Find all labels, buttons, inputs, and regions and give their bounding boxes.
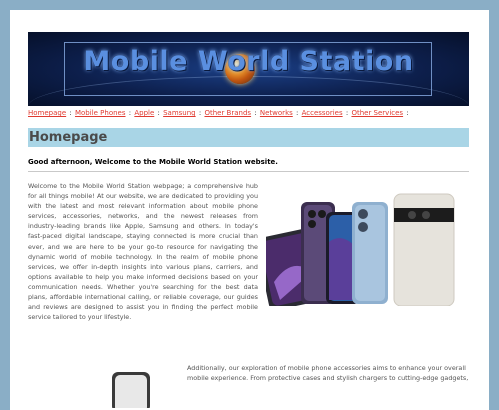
breadcrumb-separator: : <box>128 109 132 117</box>
phones-image <box>266 193 455 306</box>
nav-link-other-services[interactable]: Other Services <box>351 109 403 117</box>
page-title-bar: Homepage <box>28 128 469 147</box>
nav-link-homepage[interactable]: Homepage <box>28 109 66 117</box>
nav-link-networks[interactable]: Networks <box>260 109 293 117</box>
nav-link-apple[interactable]: Apple <box>134 109 154 117</box>
breadcrumb: Homepage : Mobile Phones : Apple : Samsu… <box>28 109 473 117</box>
breadcrumb-separator: : <box>254 109 257 117</box>
breadcrumb-separator: : <box>345 109 349 117</box>
site-logo-text: Mobile World Station <box>83 46 414 77</box>
nav-link-accessories[interactable]: Accessories <box>302 109 343 117</box>
breadcrumb-separator: : <box>198 109 202 117</box>
accessories-paragraph: Additionally, our exploration of mobile … <box>187 364 469 383</box>
breadcrumb-separator: : <box>406 109 409 117</box>
breadcrumb-separator: : <box>296 109 299 117</box>
breadcrumb-separator: : <box>157 109 160 117</box>
site-banner: Mobile World Station <box>28 32 469 106</box>
nav-link-other-brands[interactable]: Other Brands <box>204 109 251 117</box>
accessory-phone-image <box>112 372 150 408</box>
page-container: Mobile World Station Homepage : Mobile P… <box>10 10 489 410</box>
divider <box>28 171 469 172</box>
greeting-text: Good afternoon, Welcome to the Mobile Wo… <box>28 158 278 166</box>
breadcrumb-separator: : <box>69 109 72 117</box>
nav-link-mobile-phones[interactable]: Mobile Phones <box>75 109 126 117</box>
nav-link-samsung[interactable]: Samsung <box>163 109 196 117</box>
intro-paragraph: Welcome to the Mobile World Station webp… <box>28 182 258 322</box>
iphone-blue <box>352 202 388 304</box>
page-title: Homepage <box>29 130 108 145</box>
pixel-phone <box>393 193 455 306</box>
